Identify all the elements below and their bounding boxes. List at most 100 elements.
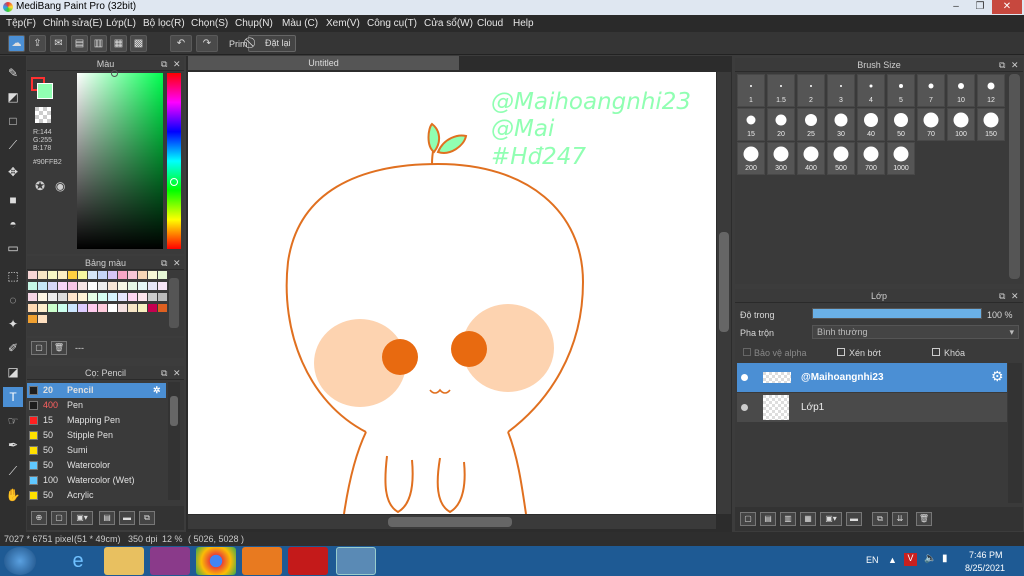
dropper-icon[interactable]: ⟋: [3, 461, 23, 481]
brush-size-cell[interactable]: 5: [887, 74, 915, 107]
color-saturation-area[interactable]: [77, 70, 163, 249]
select-eraser-icon[interactable]: ◪: [3, 362, 23, 382]
brush-size-cell[interactable]: 1: [737, 74, 765, 107]
drawing-canvas[interactable]: @Maihoangnhi23 @Mai #Hđ247: [188, 72, 716, 514]
transparent-color-icon[interactable]: [35, 107, 51, 123]
brush-item[interactable]: 50 Sumi: [27, 443, 166, 458]
hue-slider[interactable]: [167, 73, 181, 249]
line-tool-icon[interactable]: ⟋: [3, 135, 23, 155]
menu-view[interactable]: Xem(V): [326, 18, 360, 29]
palette-swatch[interactable]: [38, 315, 47, 323]
menu-cloud[interactable]: Cloud: [477, 18, 503, 29]
clock-time[interactable]: 7:46 PM: [969, 550, 1003, 560]
menu-select[interactable]: Chọn(S): [191, 18, 228, 29]
gear-icon[interactable]: ⚙: [991, 368, 1004, 385]
menu-color[interactable]: Màu (C): [282, 18, 318, 29]
brush-scrollbar[interactable]: [168, 382, 180, 500]
app-winrar-icon[interactable]: [150, 547, 190, 575]
palette-swatch[interactable]: [118, 271, 127, 279]
brush-folder-icon[interactable]: ▬: [119, 511, 135, 525]
brush-size-cell[interactable]: 10: [947, 74, 975, 107]
panel-close-icon[interactable]: ✕: [173, 57, 181, 71]
merge-layer-icon[interactable]: ⇊: [892, 512, 908, 526]
palette-swatch[interactable]: [108, 293, 117, 301]
palette-swatch[interactable]: [58, 271, 67, 279]
palette-swatch[interactable]: [158, 271, 167, 279]
brush-size-cell[interactable]: 50: [887, 108, 915, 141]
brush-size-cell[interactable]: 7: [917, 74, 945, 107]
palette-swatch[interactable]: [38, 282, 47, 290]
undock-icon[interactable]: ⧉: [161, 57, 167, 71]
menu-capture[interactable]: Chụp(N): [235, 18, 273, 29]
palette-swatch[interactable]: [78, 282, 87, 290]
palette-swatch[interactable]: [68, 271, 77, 279]
undock-icon[interactable]: ⧉: [161, 256, 167, 270]
palette-swatch[interactable]: [28, 282, 37, 290]
palette-swatch[interactable]: [138, 304, 147, 312]
menu-layer[interactable]: Lớp(L): [106, 18, 136, 29]
brush-size-cell[interactable]: 20: [767, 108, 795, 141]
bucket-tool-icon[interactable]: ◓: [3, 214, 23, 234]
gradient-tool-icon[interactable]: ▭: [3, 238, 23, 258]
palette-swatch[interactable]: [138, 293, 147, 301]
maximize-button[interactable]: ❐: [968, 0, 992, 14]
palette-swatch[interactable]: [138, 282, 147, 290]
share-icon[interactable]: ⇪: [29, 35, 46, 52]
brush-item[interactable]: 100 Watercolor (Wet): [27, 473, 166, 488]
comment-icon[interactable]: ✉: [50, 35, 67, 52]
undo-button[interactable]: ↶: [170, 35, 192, 52]
redo-button[interactable]: ↷: [196, 35, 218, 52]
duplicate-layer-icon[interactable]: ⧉: [872, 512, 888, 526]
palette-swatch[interactable]: [48, 271, 57, 279]
menu-file[interactable]: Tệp(F): [6, 18, 36, 29]
palette-swatch[interactable]: [78, 304, 87, 312]
menu-help[interactable]: Help: [513, 18, 534, 29]
brush-size-cell[interactable]: 70: [917, 108, 945, 141]
new-layer-icon[interactable]: ▢: [740, 512, 756, 526]
new-palette-icon[interactable]: ▢: [31, 341, 47, 355]
palette-swatch[interactable]: [38, 293, 47, 301]
palette-swatch[interactable]: [118, 282, 127, 290]
layer-scrollbar[interactable]: [1008, 363, 1022, 503]
tile-icon[interactable]: ▩: [130, 35, 147, 52]
brush-item[interactable]: 20 Pencil ✲: [27, 383, 166, 398]
clock-date[interactable]: 8/25/2021: [965, 563, 1005, 573]
chrome-icon[interactable]: [196, 547, 236, 575]
reset-button[interactable]: ⃠Đặt lại: [248, 35, 296, 52]
palette-swatch[interactable]: [68, 282, 77, 290]
palette-swatch[interactable]: [28, 293, 37, 301]
canvas-vscrollbar[interactable]: [717, 72, 731, 514]
panel-close-icon[interactable]: ✕: [173, 256, 181, 270]
brush-size-cell[interactable]: 500: [827, 142, 855, 175]
brush-item[interactable]: 50 Watercolor: [27, 458, 166, 473]
magic-wand-icon[interactable]: ✦: [3, 314, 23, 334]
brush-size-cell[interactable]: 1000: [887, 142, 915, 175]
network-icon[interactable]: ▮: [942, 553, 948, 564]
operation-tool-icon[interactable]: ☞: [3, 411, 23, 431]
palette-swatch[interactable]: [108, 282, 117, 290]
layer-menu-icon[interactable]: ▣▾: [820, 512, 842, 526]
ie-icon[interactable]: e: [58, 547, 98, 575]
chat-icon[interactable]: ▤: [71, 35, 88, 52]
palette-swatch[interactable]: [148, 271, 157, 279]
clipping-checkbox[interactable]: [837, 348, 845, 356]
palette-swatch[interactable]: [88, 282, 97, 290]
move-tool-icon[interactable]: ✥: [3, 162, 23, 182]
menu-filter[interactable]: Bộ lọc(R): [143, 18, 185, 29]
layer-row-active[interactable]: @Maihoangnhi23 ⚙: [737, 363, 1007, 392]
brush-size-scrollbar[interactable]: [1009, 74, 1020, 279]
palette-swatch[interactable]: [38, 304, 47, 312]
color-picker-icon[interactable]: ◉: [55, 179, 65, 193]
panel-close-icon[interactable]: ✕: [1011, 289, 1019, 303]
speaker-icon[interactable]: 🔈: [924, 553, 936, 564]
brush-size-cell[interactable]: 15: [737, 108, 765, 141]
palette-scrollbar[interactable]: [169, 278, 179, 328]
brush-size-cell[interactable]: 12: [977, 74, 1005, 107]
gear-icon[interactable]: ✲: [153, 383, 161, 398]
add-brush-icon[interactable]: ⊕: [31, 511, 47, 525]
delete-layer-icon[interactable]: 🗑: [916, 512, 932, 526]
brush-item[interactable]: 400 Pen: [27, 398, 166, 413]
brush-scroll-thumb[interactable]: [170, 396, 178, 426]
palette-swatch[interactable]: [88, 293, 97, 301]
language-indicator[interactable]: EN: [866, 555, 879, 565]
